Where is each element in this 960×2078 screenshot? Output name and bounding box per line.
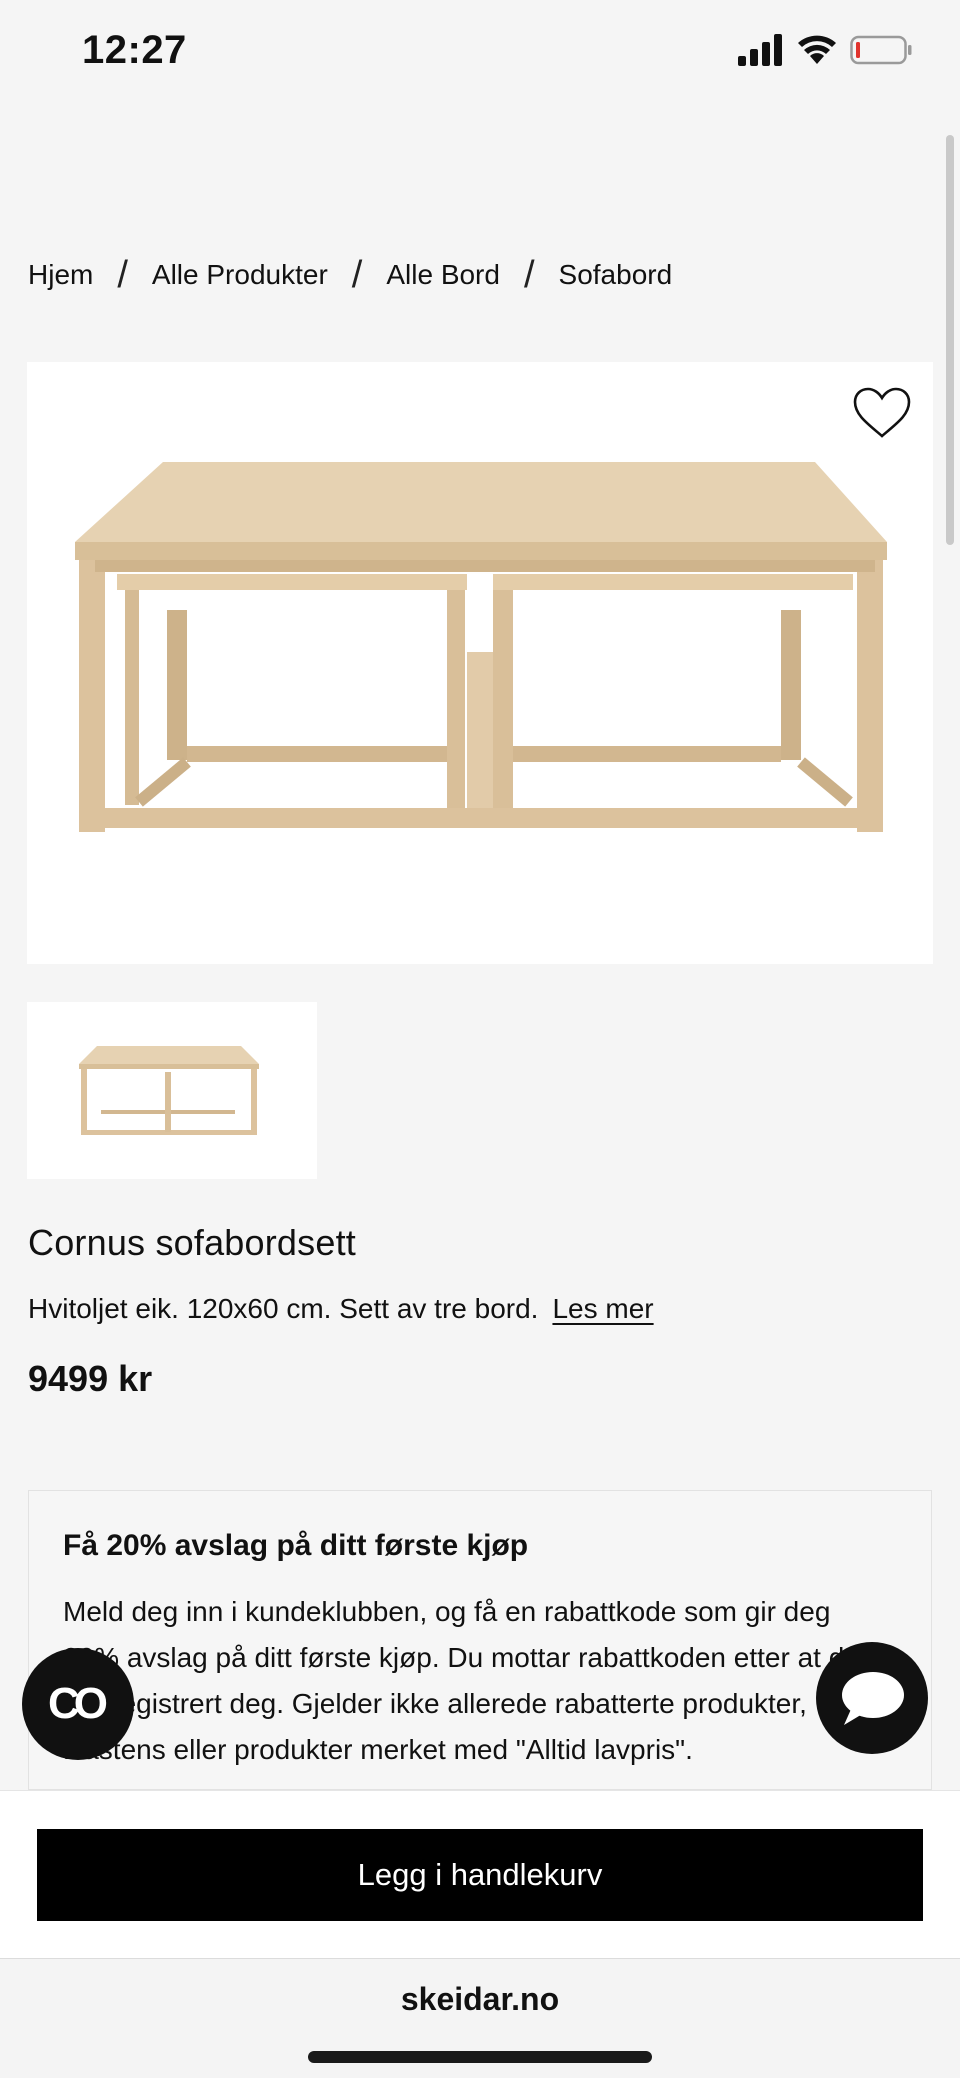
status-time: 12:27 — [82, 28, 187, 72]
chat-icon — [842, 1672, 904, 1725]
product-description: Hvitoljet eik. 120x60 cm. Sett av tre bo… — [28, 1293, 654, 1325]
breadcrumb-separator: / — [523, 253, 535, 296]
co-floating-button[interactable]: CO — [22, 1648, 134, 1760]
promo-text: Meld deg inn i kundeklubben, og få en ra… — [63, 1596, 860, 1765]
breadcrumb-separator: / — [117, 253, 128, 296]
chat-button[interactable] — [816, 1642, 928, 1754]
product-image — [75, 462, 887, 832]
scroll-indicator[interactable] — [946, 135, 954, 545]
url-text[interactable]: skeidar.no — [0, 1981, 960, 2018]
add-to-cart-button[interactable]: Legg i handlekurv — [37, 1829, 923, 1921]
promo-title: Få 20% avslag på ditt første kjøp — [63, 1529, 529, 1562]
breadcrumb-home[interactable]: Hjem — [28, 259, 93, 291]
breadcrumb-separator: / — [351, 253, 363, 296]
product-image-main[interactable] — [27, 362, 933, 964]
breadcrumb-all-products[interactable]: Alle Produkter — [152, 259, 328, 291]
home-indicator — [308, 2051, 652, 2063]
product-price: 9499 kr — [28, 1358, 153, 1399]
breadcrumb: Hjem / Alle Produkter / Alle Bord / Sofa… — [28, 250, 672, 300]
browser-url-bar[interactable]: skeidar.no — [0, 1958, 960, 2078]
product-title: Cornus sofabordsett — [28, 1222, 356, 1263]
promo-box: Få 20% avslag på ditt første kjøp Meld d… — [28, 1490, 932, 1790]
breadcrumb-all-tables[interactable]: Alle Bord — [386, 259, 500, 291]
heart-icon[interactable] — [852, 386, 912, 440]
product-thumbnail-image — [79, 1046, 259, 1135]
read-more-link[interactable]: Les mer — [552, 1293, 653, 1324]
cart-panel: Legg i handlekurv — [0, 1790, 960, 1958]
co-label: CO — [48, 1679, 108, 1728]
product-description-text: Hvitoljet eik. 120x60 cm. Sett av tre bo… — [28, 1293, 539, 1324]
signal-icon — [738, 34, 782, 66]
battery-icon — [850, 35, 912, 65]
breadcrumb-coffee-tables[interactable]: Sofabord — [559, 259, 673, 291]
wifi-icon — [798, 35, 836, 64]
status-bar: 12:27 — [0, 0, 960, 104]
product-thumbnail[interactable] — [27, 1002, 317, 1179]
